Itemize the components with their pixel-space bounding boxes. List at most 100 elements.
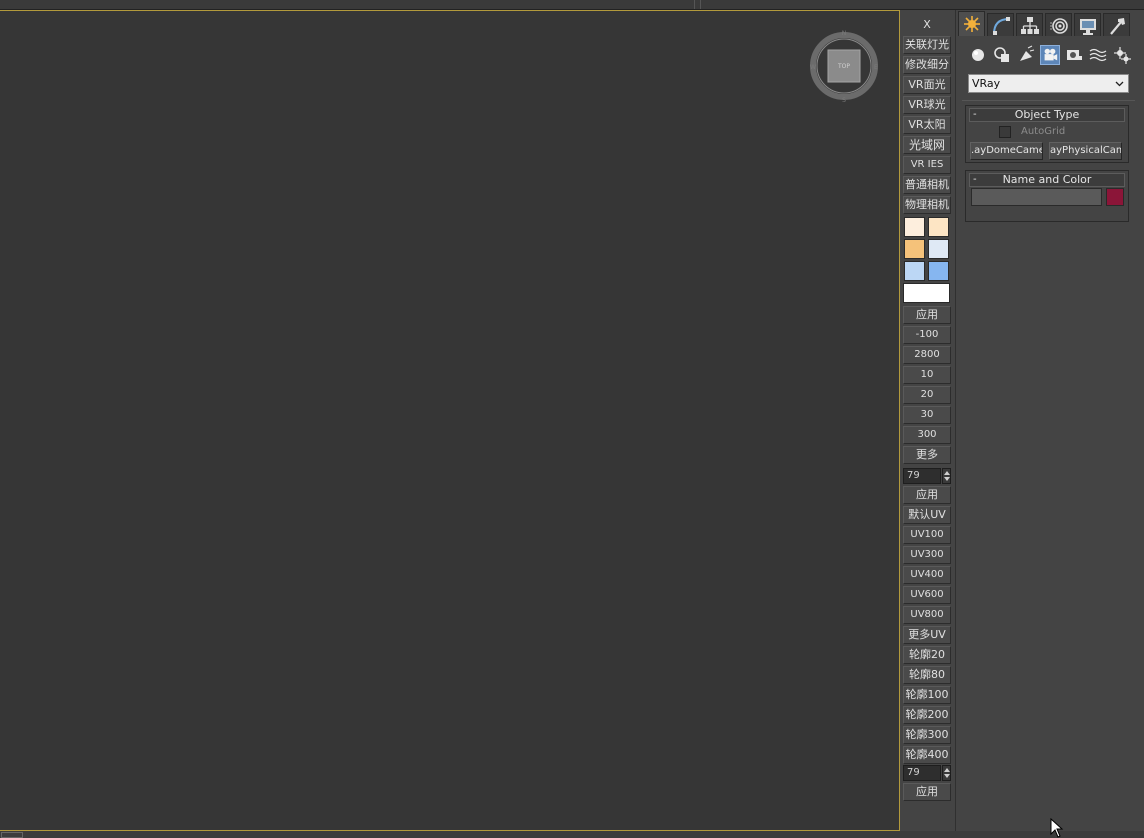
collapse-icon: -	[973, 109, 977, 120]
vr-ies-button[interactable]: VR IES	[903, 156, 951, 174]
outline300-button[interactable]: 轮廓300	[903, 726, 951, 744]
collapse-icon: -	[973, 174, 977, 185]
mouse-cursor-icon	[1050, 818, 1064, 838]
apply-value-button[interactable]: 应用	[903, 486, 951, 504]
spinner-arrows-icon[interactable]	[942, 468, 951, 484]
viewport-label-strip	[0, 0, 695, 9]
more-button[interactable]: 更多	[903, 446, 951, 464]
outline400-button[interactable]: 轮廓400	[903, 746, 951, 764]
geometry-icon[interactable]	[968, 45, 988, 65]
vr-sun-button[interactable]: VR太阳	[903, 116, 951, 134]
color-swatch-2[interactable]	[928, 217, 949, 237]
lights-icon[interactable]	[1016, 45, 1036, 65]
motion-icon	[1050, 18, 1068, 34]
panel-divider	[962, 100, 1135, 101]
uv-more-button[interactable]: 更多UV	[903, 626, 951, 644]
color-swatch-4[interactable]	[928, 239, 949, 259]
color-swatch-6[interactable]	[928, 261, 949, 281]
outline200-button[interactable]: 轮廓200	[903, 706, 951, 724]
autogrid-label: AutoGrid	[1021, 126, 1066, 137]
uv100-button[interactable]: UV100	[903, 526, 951, 544]
create-icon	[964, 16, 980, 32]
tab-motion[interactable]	[1045, 13, 1072, 36]
color-swatch-3[interactable]	[904, 239, 925, 259]
modify-subdivs-button[interactable]: 修改细分	[903, 56, 951, 74]
spinner-arrows-icon[interactable]	[942, 765, 951, 781]
standard-camera-button[interactable]: 普通相机	[903, 176, 951, 194]
outline20-button[interactable]: 轮廓20	[903, 646, 951, 664]
svg-text:N: N	[842, 30, 847, 37]
svg-text:E: E	[874, 64, 878, 71]
photometric-web-button[interactable]: 光域网	[903, 136, 951, 154]
apply-outline-button[interactable]: 应用	[903, 783, 951, 801]
object-type-header[interactable]: - Object Type	[969, 108, 1125, 122]
temp-button-6[interactable]: 300	[903, 426, 951, 444]
object-name-field[interactable]	[971, 188, 1102, 206]
svg-text:S: S	[842, 97, 846, 102]
svg-text:W: W	[810, 64, 816, 71]
object-type-rollout: - Object Type AutoGrid .ayDomeCame ayPhy…	[965, 105, 1129, 163]
outline80-button[interactable]: 轮廓80	[903, 666, 951, 684]
vray-physical-camera-button[interactable]: ayPhysicalCam	[1049, 142, 1122, 160]
strip-divider	[695, 0, 701, 9]
name-and-color-header[interactable]: - Name and Color	[969, 173, 1125, 187]
spinner-field-2[interactable]: 79	[903, 765, 941, 781]
value-spinner-1[interactable]: 79	[903, 468, 951, 484]
autogrid-checkbox[interactable]	[999, 126, 1011, 138]
spinner-field-1[interactable]: 79	[903, 468, 941, 484]
color-swatch-5[interactable]	[904, 261, 925, 281]
tab-utilities[interactable]	[1103, 13, 1130, 36]
uv300-button[interactable]: UV300	[903, 546, 951, 564]
physical-camera-button[interactable]: 物理相机	[903, 196, 951, 214]
bottom-strip	[0, 831, 1144, 838]
category-dropdown[interactable]: VRay	[968, 74, 1129, 93]
viewport-top[interactable]: N W E S TOP	[0, 10, 900, 831]
top-toolbar-strip	[0, 0, 1144, 10]
apply-color-button[interactable]: 应用	[903, 306, 951, 324]
outline100-button[interactable]: 轮廓100	[903, 686, 951, 704]
command-panel: VRay - Object Type AutoGrid .ayDomeCame …	[955, 10, 1144, 831]
hierarchy-icon	[1021, 17, 1039, 34]
tab-display[interactable]	[1074, 13, 1101, 36]
cameras-icon[interactable]	[1040, 45, 1060, 65]
temp-button-5[interactable]: 30	[903, 406, 951, 424]
tab-hierarchy[interactable]	[1016, 13, 1043, 36]
viewcube-face-label: TOP	[837, 63, 850, 70]
uv-default-button[interactable]: 默认UV	[903, 506, 951, 524]
color-swatch-1[interactable]	[904, 217, 925, 237]
chevron-down-icon	[1115, 81, 1124, 87]
temp-button-2[interactable]: 2800	[903, 346, 951, 364]
link-lights-button[interactable]: 关联灯光	[903, 36, 951, 54]
uv600-button[interactable]: UV600	[903, 586, 951, 604]
close-button[interactable]: X	[903, 16, 951, 34]
uv400-button[interactable]: UV400	[903, 566, 951, 584]
category-value: VRay	[972, 77, 1001, 90]
systems-icon[interactable]	[1112, 45, 1132, 65]
display-icon	[1080, 19, 1096, 35]
vr-plane-light-button[interactable]: VR面光	[903, 76, 951, 94]
uv800-button[interactable]: UV800	[903, 606, 951, 624]
mini-button[interactable]	[1, 832, 23, 838]
tab-modify[interactable]	[987, 13, 1014, 36]
vray-dome-camera-button[interactable]: .ayDomeCame	[970, 142, 1043, 160]
utilities-icon	[1110, 18, 1125, 35]
temp-button-4[interactable]: 20	[903, 386, 951, 404]
object-color-swatch[interactable]	[1106, 188, 1124, 206]
custom-toolbar: X 关联灯光 修改细分 VR面光 VR球光 VR太阳 光域网 VR IES 普通…	[901, 10, 953, 831]
create-category-bar	[966, 45, 1136, 67]
object-type-title: Object Type	[1014, 108, 1080, 121]
color-swatch-white[interactable]	[903, 283, 950, 303]
app-window: N W E S TOP X 关联灯光 修改细分 VR面光 VR球光 VR太阳 光…	[0, 0, 1144, 838]
modify-icon	[993, 17, 1010, 35]
temp-button-3[interactable]: 10	[903, 366, 951, 384]
command-panel-tabs	[956, 10, 1144, 36]
name-and-color-rollout: - Name and Color	[965, 170, 1129, 222]
tab-create[interactable]	[958, 11, 985, 36]
vr-sphere-light-button[interactable]: VR球光	[903, 96, 951, 114]
shapes-icon[interactable]	[992, 45, 1012, 65]
spacewarps-icon[interactable]	[1088, 45, 1108, 65]
helpers-icon[interactable]	[1064, 45, 1084, 65]
name-and-color-title: Name and Color	[1002, 173, 1092, 186]
value-spinner-2[interactable]: 79	[903, 765, 951, 781]
temp-button-1[interactable]: -100	[903, 326, 951, 344]
